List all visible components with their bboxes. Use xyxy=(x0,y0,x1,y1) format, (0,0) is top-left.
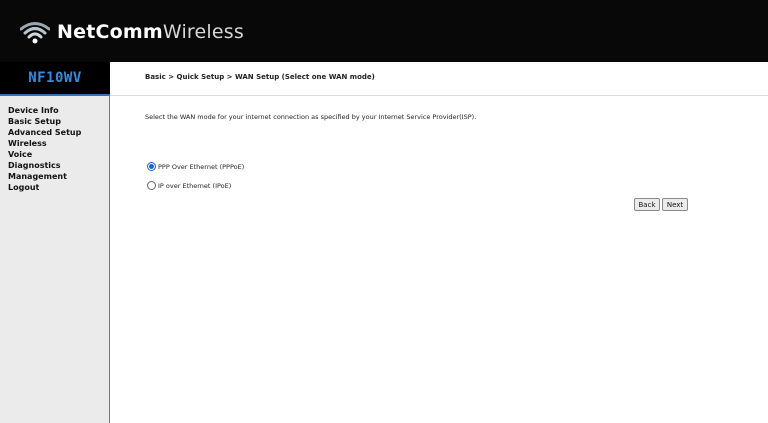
instruction-text: Select the WAN mode for your internet co… xyxy=(145,113,477,121)
sidebar-item-wireless[interactable]: Wireless xyxy=(0,138,109,149)
sidebar-item-device-info[interactable]: Device Info xyxy=(0,105,109,116)
option-pppoe[interactable]: PPP Over Ethernet (PPPoE) xyxy=(147,162,244,171)
option-pppoe-label: PPP Over Ethernet (PPPoE) xyxy=(158,162,245,171)
brand-name-bold: NetComm xyxy=(57,21,163,43)
radio-pppoe[interactable] xyxy=(147,162,156,171)
sidebar-item-basic-setup[interactable]: Basic Setup xyxy=(0,116,109,127)
sidebar-item-advanced-setup[interactable]: Advanced Setup xyxy=(0,127,109,138)
brand-name-light: Wireless xyxy=(162,21,244,43)
sidebar-item-diagnostics[interactable]: Diagnostics xyxy=(0,160,109,171)
option-ipoe[interactable]: IP over Ethernet (IPoE) xyxy=(147,181,231,190)
header-bar: NetCommWireless xyxy=(0,0,768,62)
brand-logo: NetCommWireless xyxy=(20,18,244,46)
next-button[interactable]: Next xyxy=(662,198,688,211)
sidebar-item-logout[interactable]: Logout xyxy=(0,182,109,193)
option-ipoe-label: IP over Ethernet (IPoE) xyxy=(158,181,232,190)
radio-ipoe[interactable] xyxy=(147,181,156,190)
sidebar: Device Info Basic Setup Advanced Setup W… xyxy=(0,96,110,423)
brand-name: NetCommWireless xyxy=(57,21,244,43)
wifi-logo-icon xyxy=(20,22,50,44)
breadcrumb-bar: Basic > Quick Setup > WAN Setup (Select … xyxy=(110,62,768,96)
model-box: NF10WV xyxy=(0,62,110,96)
sidebar-item-voice[interactable]: Voice xyxy=(0,149,109,160)
back-button[interactable]: Back xyxy=(634,198,660,211)
model-name: NF10WV xyxy=(28,70,82,86)
breadcrumb: Basic > Quick Setup > WAN Setup (Select … xyxy=(145,73,375,81)
sidebar-item-management[interactable]: Management xyxy=(0,171,109,182)
main-content: Basic > Quick Setup > WAN Setup (Select … xyxy=(110,62,768,423)
